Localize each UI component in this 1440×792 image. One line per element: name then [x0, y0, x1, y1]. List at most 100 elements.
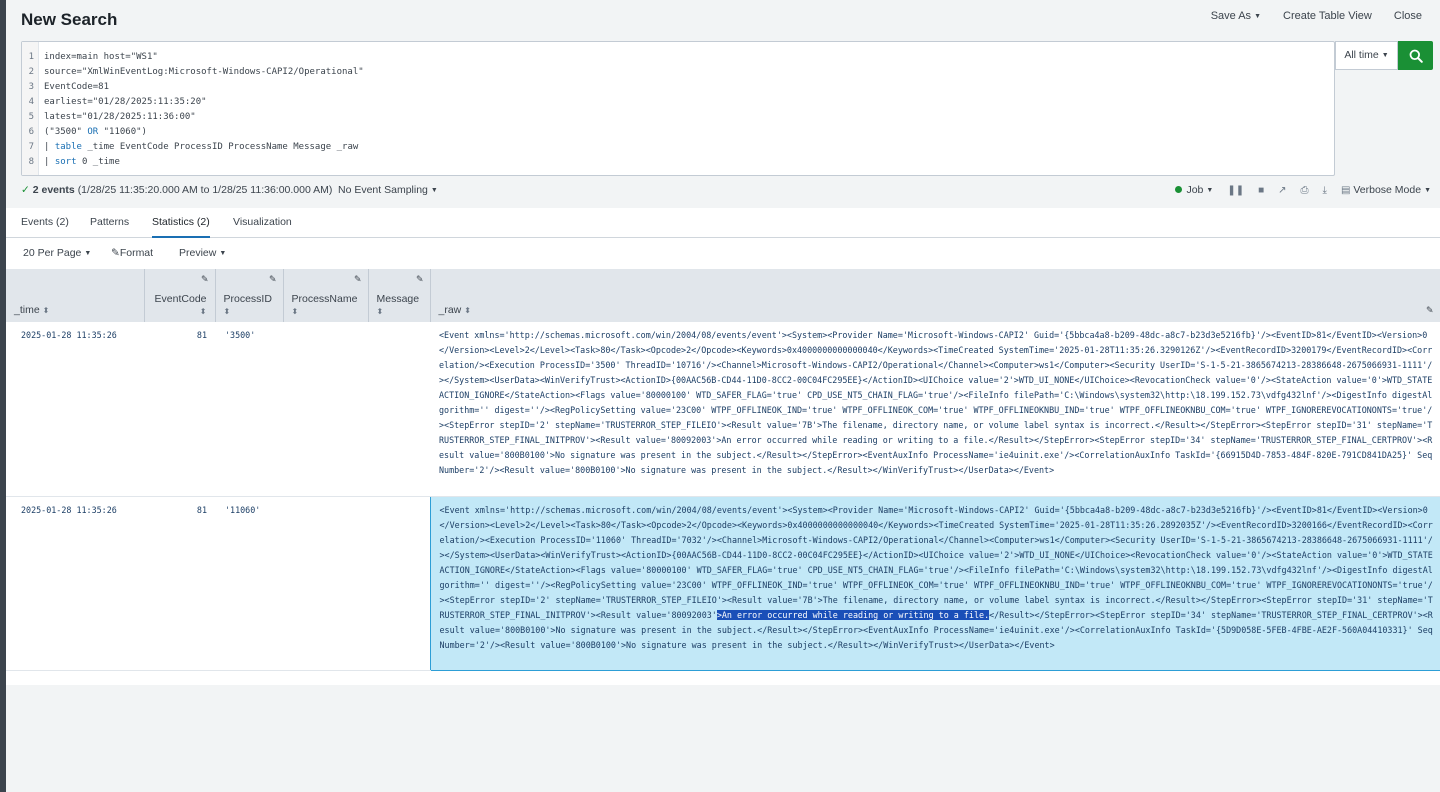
column-header-raw[interactable]: ✎ _raw ⬍ — [430, 269, 1440, 322]
header-actions: Save As ▼ Create Table View Close — [1211, 10, 1422, 22]
table-row: 2025-01-28 11:35:26 81 '3500' <Event xml… — [6, 322, 1440, 497]
check-icon: ✓ — [21, 184, 30, 196]
chevron-down-icon: ▼ — [1424, 187, 1431, 194]
per-page-label: 20 Per Page — [23, 247, 82, 259]
cell-raw[interactable]: <Event xmlns='http://schemas.microsoft.c… — [430, 322, 1440, 497]
cell-processname — [283, 496, 368, 671]
column-label: ProcessID — [223, 293, 272, 305]
sort-icon[interactable]: ⬍ — [464, 306, 471, 315]
edit-column-icon[interactable]: ✎ — [416, 274, 424, 285]
chevron-down-icon: ▼ — [84, 250, 92, 257]
column-header-message[interactable]: ✎ Message ⬍ — [368, 269, 431, 322]
query-line: EventCode=81 — [44, 82, 110, 92]
pause-icon[interactable]: ❚❚ — [1227, 185, 1244, 196]
table-footer — [6, 671, 1440, 685]
column-header-processname[interactable]: ✎ ProcessName ⬍ — [283, 269, 369, 322]
search-mode-dropdown[interactable]: ▤ Verbose Mode ▼ — [1341, 184, 1431, 196]
query-line: | sort 0 _time — [44, 157, 120, 167]
line-number: 6 — [28, 127, 34, 137]
time-range-label: All time — [1344, 49, 1379, 61]
column-header-processid[interactable]: ✎ ProcessID ⬍ — [215, 269, 284, 322]
cell-message — [368, 496, 430, 671]
query-line: index=main host="WS1" — [44, 52, 158, 62]
cell-processid[interactable]: '3500' — [215, 322, 283, 497]
cell-processid[interactable]: '11060' — [215, 496, 283, 671]
job-label: Job — [1186, 184, 1204, 196]
event-sampling-dropdown[interactable]: No Event Sampling ▼ — [338, 184, 438, 196]
line-number: 2 — [28, 67, 34, 77]
job-controls: Job ▼ ❚❚ ■ ↗ ⎙ ⤓ ▤ Verbose Mode ▼ — [1175, 184, 1431, 196]
query-line: latest="01/28/2025:11:36:00" — [44, 112, 196, 122]
line-number-gutter: 1 2 3 4 5 6 7 8 — [22, 42, 39, 175]
cell-eventcode[interactable]: 81 — [144, 496, 215, 671]
print-icon[interactable]: ⎙ — [1301, 185, 1309, 196]
table-header-row: _time ⬍ ✎ EventCode ⬍ ✎ ProcessID ⬍ ✎ Process… — [6, 269, 1440, 322]
search-button[interactable] — [1398, 41, 1433, 70]
selected-text[interactable]: >An error occurred while reading or writ… — [716, 609, 990, 620]
cell-time[interactable]: 2025-01-28 11:35:26 — [6, 322, 144, 497]
line-number: 4 — [28, 97, 34, 107]
query-line: earliest="01/28/2025:11:35:20" — [44, 97, 207, 107]
search-query-editor[interactable]: 1 2 3 4 5 6 7 8 index=main host="WS1" so… — [21, 41, 1335, 176]
column-label: ProcessName — [291, 293, 358, 305]
sort-icon[interactable]: ⬍ — [377, 307, 430, 316]
query-line: ("3500" OR "11060") — [44, 127, 147, 137]
chevron-down-icon: ▼ — [1206, 187, 1214, 194]
line-number: 5 — [28, 112, 34, 122]
tab-visualization[interactable]: Visualization — [233, 216, 292, 236]
cell-raw-selected[interactable]: <Event xmlns='http://schemas.microsoft.c… — [429, 495, 1440, 671]
column-header-eventcode[interactable]: ✎ EventCode ⬍ — [144, 269, 216, 322]
sort-icon[interactable]: ⬍ — [153, 307, 207, 316]
chevron-down-icon: ▼ — [219, 250, 227, 257]
pencil-icon: ✎ — [111, 247, 120, 259]
tab-patterns[interactable]: Patterns — [90, 216, 129, 236]
edit-column-icon[interactable]: ✎ — [354, 274, 362, 285]
format-label: Format — [119, 247, 154, 259]
line-number: 3 — [28, 82, 34, 92]
raw-text: <Event xmlns='http://schemas.microsoft.c… — [439, 504, 1433, 620]
mode-icon: ▤ — [1340, 185, 1351, 196]
event-count-value: 2 events — [32, 184, 75, 196]
preview-dropdown[interactable]: Preview ▼ — [179, 247, 226, 259]
stop-icon[interactable]: ■ — [1258, 185, 1264, 196]
event-time-range: (1/28/25 11:35:20.000 AM to 1/28/25 11:3… — [77, 184, 333, 196]
line-number: 1 — [28, 52, 34, 62]
save-as-menu[interactable]: Save As ▼ — [1211, 10, 1261, 22]
query-line: source="XmlWinEventLog:Microsoft-Windows… — [44, 67, 364, 77]
column-label: Message — [376, 293, 420, 305]
close-button[interactable]: Close — [1394, 10, 1422, 22]
job-status-icon — [1175, 186, 1183, 193]
create-table-view-button[interactable]: Create Table View — [1283, 10, 1372, 22]
query-line: | table _time EventCode ProcessID Proces… — [44, 142, 359, 152]
job-status-bar: ✓ 2 events (1/28/25 11:35:20.000 AM to 1… — [21, 184, 1431, 200]
chevron-down-icon: ▼ — [1381, 52, 1389, 59]
query-text[interactable]: index=main host="WS1" source="XmlWinEven… — [44, 50, 1324, 170]
cell-message — [368, 322, 430, 497]
time-range-picker[interactable]: All time ▼ — [1335, 41, 1398, 70]
tab-statistics[interactable]: Statistics (2) — [152, 216, 210, 238]
chevron-down-icon: ▼ — [1254, 13, 1261, 20]
format-button[interactable]: ✎Format — [111, 247, 153, 259]
table-toolbar: 20 Per Page ▼ ✎Format Preview ▼ — [6, 238, 1440, 269]
job-menu[interactable]: Job ▼ — [1175, 184, 1213, 196]
column-label: _time — [14, 304, 40, 316]
share-icon[interactable]: ↗ — [1278, 185, 1286, 196]
preview-label: Preview — [179, 247, 217, 259]
edit-column-icon[interactable]: ✎ — [1426, 305, 1434, 316]
edit-column-icon[interactable]: ✎ — [269, 274, 277, 285]
chevron-down-icon: ▼ — [430, 187, 438, 194]
tab-events[interactable]: Events (2) — [21, 216, 69, 236]
event-sampling-label: No Event Sampling — [338, 184, 428, 196]
export-icon[interactable]: ⤓ — [1323, 185, 1327, 196]
search-app: New Search Save As ▼ Create Table View Cl… — [6, 0, 1440, 792]
sort-icon[interactable]: ⬍ — [43, 306, 50, 315]
cell-time[interactable]: 2025-01-28 11:35:26 — [6, 496, 144, 671]
column-label: EventCode — [154, 293, 207, 305]
sort-icon[interactable]: ⬍ — [224, 307, 283, 316]
per-page-dropdown[interactable]: 20 Per Page ▼ — [23, 247, 91, 259]
edit-column-icon[interactable]: ✎ — [201, 274, 209, 285]
cell-eventcode[interactable]: 81 — [144, 322, 215, 497]
line-number: 8 — [28, 157, 34, 167]
sort-icon[interactable]: ⬍ — [292, 307, 368, 316]
column-header-time[interactable]: _time ⬍ — [6, 269, 145, 322]
